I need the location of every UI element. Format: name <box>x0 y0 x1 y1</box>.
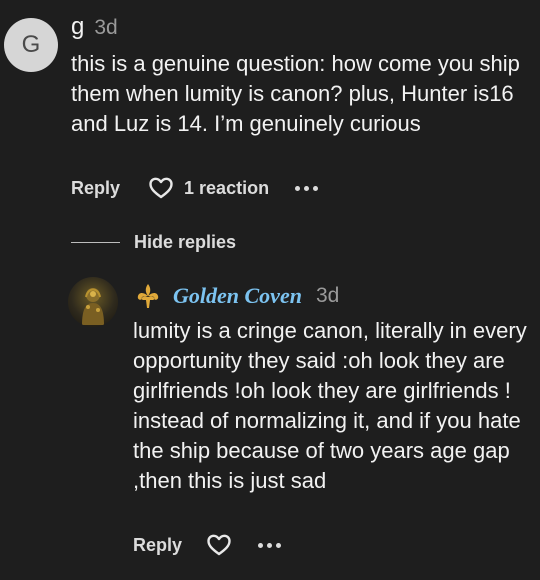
reply-button[interactable]: Reply <box>71 178 120 199</box>
reply-button[interactable]: Reply <box>133 535 182 556</box>
more-options-icon[interactable] <box>258 542 282 548</box>
avatar[interactable] <box>68 277 118 327</box>
reply-timestamp: 3d <box>315 284 340 307</box>
heart-icon[interactable] <box>148 176 174 200</box>
comment-username[interactable]: g <box>71 13 84 41</box>
fleur-de-lis-icon <box>133 281 163 311</box>
comment-thread: G g 3d this is a genuine question: how c… <box>0 0 540 580</box>
reply-text: lumity is a cringe canon, literally in e… <box>133 318 527 493</box>
comment-header: g 3d <box>71 13 118 41</box>
heart-icon[interactable] <box>206 533 232 557</box>
hide-replies-button[interactable]: Hide replies <box>71 232 236 253</box>
comment-actions: Reply 1 reaction <box>71 176 319 200</box>
avatar-initial: G <box>21 31 41 58</box>
divider-line <box>71 242 120 243</box>
comment-text: this is a genuine question: how come you… <box>71 51 520 136</box>
reply-actions: Reply <box>133 533 282 557</box>
hide-replies-label: Hide replies <box>134 232 237 252</box>
more-options-icon[interactable] <box>295 185 319 191</box>
avatar[interactable]: G <box>4 18 58 72</box>
reply-header: Golden Coven 3d <box>133 281 339 311</box>
comment-timestamp: 3d <box>94 16 118 39</box>
reaction-count[interactable]: 1 reaction <box>184 178 269 199</box>
reply-username[interactable]: Golden Coven <box>173 283 302 309</box>
